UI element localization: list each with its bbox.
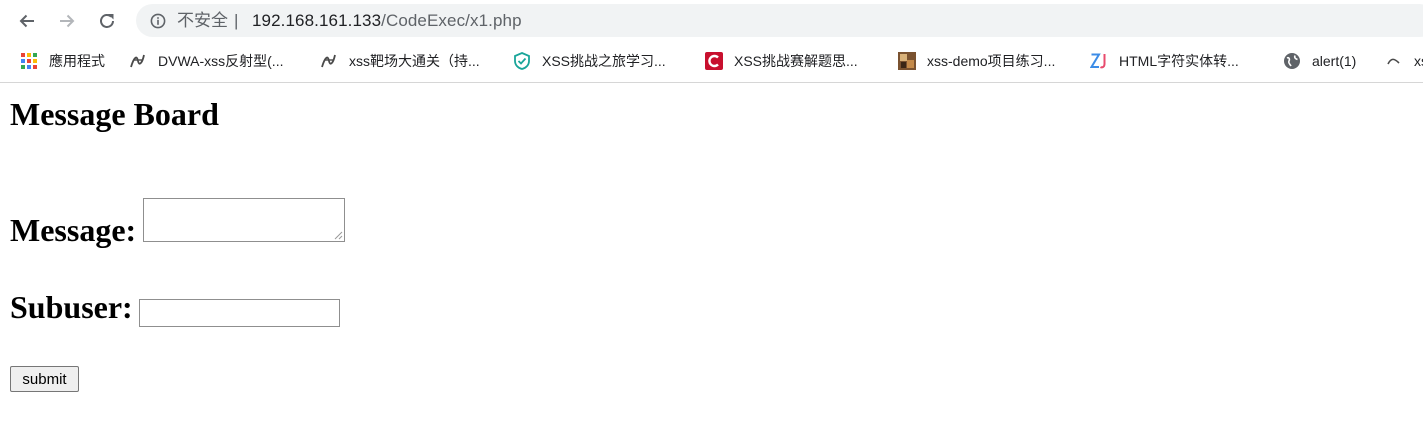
bookmark-label: alert(1)	[1312, 53, 1357, 69]
bookmark-label: XSS挑战赛解题思...	[734, 53, 858, 69]
globe-icon	[1283, 52, 1301, 70]
url-host: 192.168.161.133	[252, 11, 382, 30]
bookmark-xss-range[interactable]: xss靶场大通关（持...	[320, 43, 480, 79]
bookmark-xss-demo[interactable]: xss-demo项目练习...	[898, 43, 1055, 79]
forward-arrow-icon	[60, 14, 75, 28]
squiggle-icon	[1385, 52, 1403, 70]
apps-grid-icon	[20, 52, 38, 70]
url-text[interactable]: 192.168.161.133/CodeExec/x1.php	[252, 12, 522, 30]
squiggle-icon	[129, 52, 147, 70]
csdn-c-icon	[705, 52, 723, 70]
bookmark-apps[interactable]: 應用程式	[20, 43, 105, 79]
info-icon[interactable]	[150, 13, 166, 29]
subuser-label: Subuser:	[10, 289, 133, 325]
bookmark-dvwa[interactable]: DVWA-xss反射型(...	[129, 43, 283, 79]
photo-icon	[898, 52, 916, 70]
page-title: Message Board	[10, 96, 219, 132]
forward-button[interactable]	[52, 6, 82, 36]
bookmark-label: 應用程式	[49, 53, 105, 69]
bookmark-label: HTML字符实体转...	[1119, 53, 1239, 69]
reload-button[interactable]	[92, 6, 122, 36]
reload-icon	[100, 14, 114, 28]
submit-button[interactable]: submit	[10, 366, 79, 392]
bookmark-xss-challenge[interactable]: XSS挑战之旅学习...	[513, 43, 666, 79]
bookmark-alert[interactable]: alert(1)	[1283, 43, 1356, 79]
bookmark-xss-solutions[interactable]: XSS挑战赛解题思...	[705, 43, 858, 79]
browser-toolbar: 不安全 | 192.168.161.133/CodeExec/x1.php	[0, 0, 1423, 42]
shield-icon	[513, 52, 531, 70]
bookmark-xs[interactable]: xs	[1385, 43, 1423, 79]
bookmark-html-entities[interactable]: HTML字符实体转...	[1090, 43, 1239, 79]
bookmarks-bar: 應用程式 DVWA-xss反射型(... xss靶场大通关（持... XSS挑战…	[0, 43, 1423, 83]
bookmark-label: xss靶场大通关（持...	[349, 53, 480, 69]
back-button[interactable]	[12, 6, 42, 36]
zj-icon	[1090, 52, 1108, 70]
back-arrow-icon	[19, 14, 34, 28]
bookmark-label: DVWA-xss反射型(...	[158, 53, 284, 69]
message-label: Message:	[10, 212, 137, 248]
bookmark-label: xss-demo项目练习...	[927, 53, 1056, 69]
url-path: /CodeExec/x1.php	[381, 11, 522, 30]
bookmark-label: XSS挑战之旅学习...	[542, 53, 666, 69]
bookmark-label: xs	[1414, 53, 1423, 69]
security-label[interactable]: 不安全	[177, 12, 228, 30]
message-textarea[interactable]	[143, 198, 345, 242]
address-bar[interactable]: 不安全 | 192.168.161.133/CodeExec/x1.php	[136, 4, 1423, 37]
security-separator: |	[234, 11, 239, 30]
subuser-input[interactable]	[139, 299, 340, 327]
squiggle-icon	[320, 52, 338, 70]
page-content: Message Board Message: Subuser: submit	[0, 84, 1423, 432]
